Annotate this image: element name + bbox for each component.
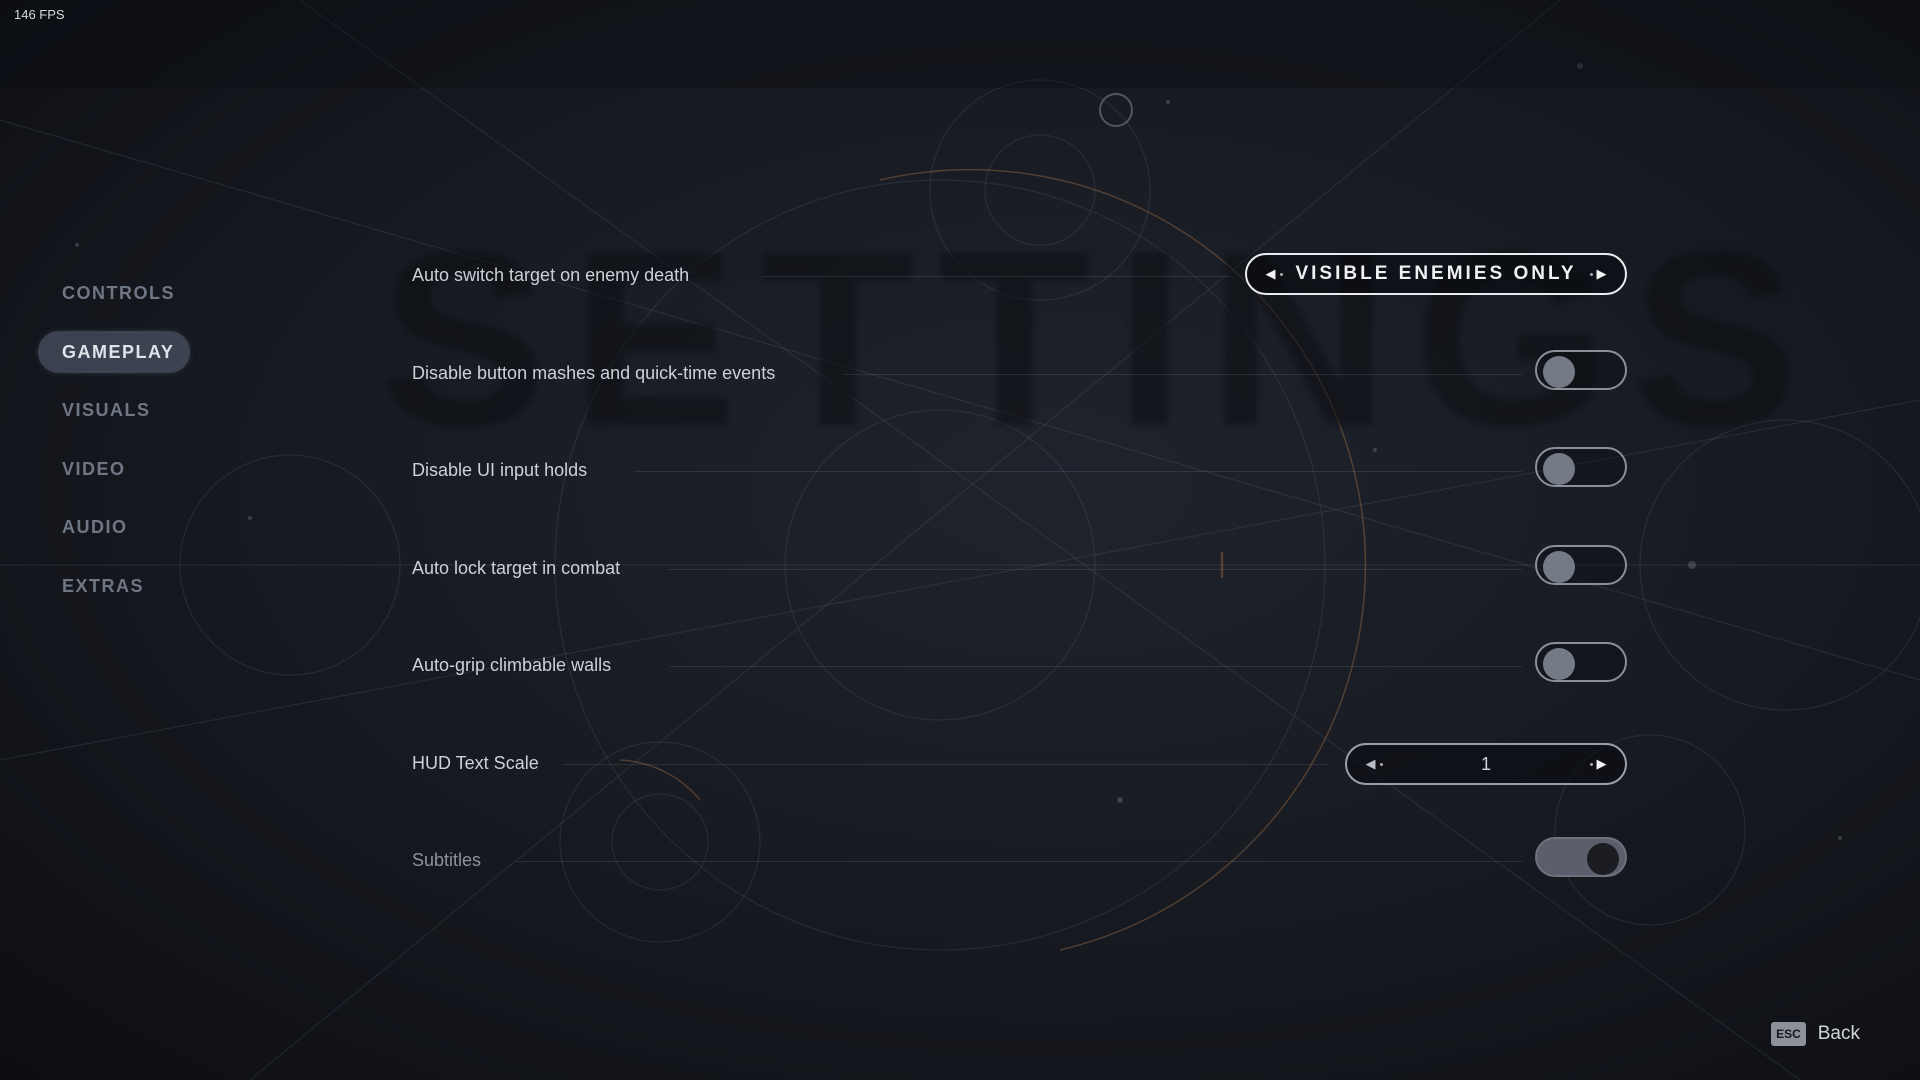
row-divider	[844, 373, 1522, 375]
toggle-knob	[1543, 550, 1575, 583]
setting-label: Auto lock target in combat	[412, 557, 621, 578]
disable-button-mashes-toggle[interactable]	[1535, 349, 1627, 390]
setting-row-hud-text-scale[interactable]: HUD Text Scale ◀ 1 ▶	[412, 733, 1627, 831]
selector-value: VISIBLE ENEMIES ONLY	[1295, 263, 1577, 284]
row-divider	[764, 276, 1232, 277]
auto-switch-target-selector[interactable]: ◀ VISIBLE ENEMIES ONLY ▶	[1245, 253, 1627, 295]
fps-counter: 146 FPS	[14, 7, 65, 22]
back-label: Back	[1817, 1023, 1860, 1044]
setting-row-auto-switch-target[interactable]: Auto switch target on enemy death ◀ VISI…	[412, 245, 1627, 343]
toggle-knob	[1543, 648, 1575, 680]
row-divider	[516, 861, 1522, 862]
settings-sidebar: CONTROLS GAMEPLAY VISUALS VIDEO AUDIO EX…	[38, 272, 198, 623]
tab-visuals[interactable]: VISUALS	[38, 389, 190, 431]
toggle-knob	[1587, 843, 1619, 875]
arrow-right-icon[interactable]: ▶	[1581, 745, 1611, 783]
arrow-right-icon[interactable]: ▶	[1581, 255, 1611, 293]
setting-label: Subtitles	[412, 850, 482, 870]
hud-text-scale-stepper[interactable]: ◀ 1 ▶	[1345, 742, 1627, 785]
row-divider	[668, 568, 1522, 570]
auto-lock-target-toggle[interactable]	[1535, 544, 1627, 585]
setting-row-disable-button-mashes[interactable]: Disable button mashes and quick-time eve…	[412, 343, 1627, 441]
tab-extras[interactable]: EXTRAS	[38, 565, 190, 607]
tab-controls[interactable]: CONTROLS	[38, 272, 190, 314]
row-divider	[634, 471, 1522, 472]
setting-label: Disable UI input holds	[412, 460, 588, 480]
tab-gameplay[interactable]: GAMEPLAY	[38, 330, 190, 373]
tab-audio[interactable]: AUDIO	[38, 506, 190, 548]
disable-ui-input-holds-toggle[interactable]	[1535, 447, 1627, 487]
settings-list: Auto switch target on enemy death ◀ VISI…	[412, 245, 1627, 928]
auto-grip-walls-toggle[interactable]	[1535, 642, 1627, 682]
back-prompt[interactable]: ESC Back	[1771, 1022, 1860, 1046]
tab-video[interactable]: VIDEO	[38, 448, 190, 490]
subtitles-toggle[interactable]	[1535, 837, 1627, 877]
setting-row-auto-lock-target[interactable]: Auto lock target in combat	[412, 538, 1627, 636]
setting-row-subtitles[interactable]: Subtitles	[412, 830, 1627, 928]
toggle-knob	[1543, 453, 1575, 485]
toggle-knob	[1543, 355, 1575, 388]
setting-label: Disable button mashes and quick-time eve…	[412, 362, 776, 383]
row-divider	[670, 666, 1522, 667]
setting-label: HUD Text Scale	[412, 752, 539, 773]
setting-row-auto-grip-walls[interactable]: Auto-grip climbable walls	[412, 635, 1627, 733]
esc-key-icon: ESC	[1771, 1022, 1806, 1046]
setting-label: Auto-grip climbable walls	[412, 655, 612, 675]
top-band	[0, 0, 1920, 88]
setting-label: Auto switch target on enemy death	[412, 265, 690, 285]
row-divider	[562, 763, 1327, 765]
setting-row-disable-ui-input-holds[interactable]: Disable UI input holds	[412, 440, 1627, 538]
